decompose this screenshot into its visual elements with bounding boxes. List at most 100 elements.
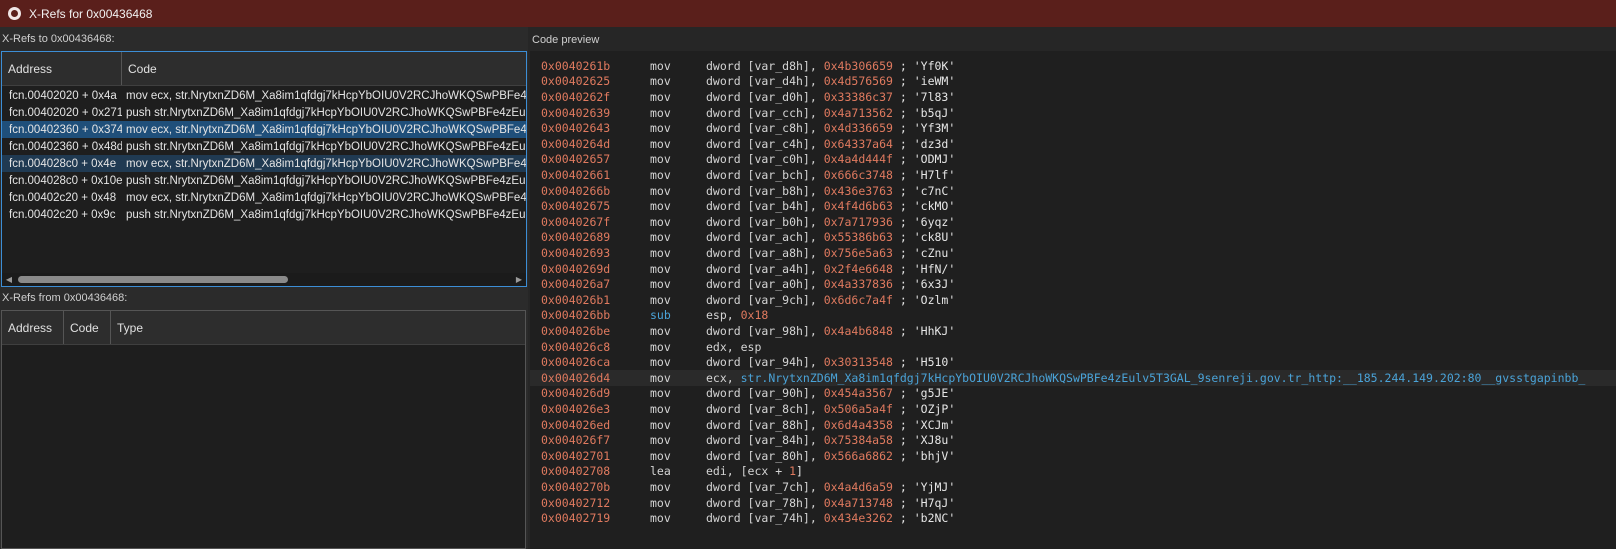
code-mnemonic: mov (650, 121, 671, 136)
code-immediate: 0x6d4a4358 (823, 417, 893, 432)
code-comment: ; 'H7lf' (892, 167, 956, 182)
code-mnemonic: mov (650, 105, 671, 120)
code-mnemonic: mov (650, 495, 671, 510)
code-line[interactable]: 0x0040262f mov dword [var_d0h], 0x33386c37… (530, 89, 1616, 105)
code-immediate: 0x506a5a4f (823, 401, 893, 416)
code-mnemonic: mov (650, 292, 671, 307)
code-line[interactable]: 0x004026bb sub esp, 0x18 (530, 308, 1616, 324)
code-address: 0x00402625 (541, 74, 611, 89)
code-line[interactable]: 0x00402661 mov dword [var_bch], 0x666c3748… (530, 167, 1616, 183)
xref-address: fcn.00402360 + 0x374 (9, 123, 122, 136)
xref-row[interactable]: fcn.00402360 + 0x374 mov ecx, str.NrytxnZ… (2, 121, 526, 138)
code-comment: ; 'YjMJ' (892, 479, 956, 494)
window-title: X-Refs for 0x00436468 (29, 6, 153, 21)
code-line[interactable]: 0x00402701 mov dword [var_80h], 0x566a6862… (530, 448, 1616, 464)
code-immediate: 0x436e3763 (823, 183, 893, 198)
code-line[interactable]: 0x00402693 mov dword [var_a8h], 0x756e5a63… (530, 245, 1616, 261)
code-line[interactable]: 0x004026be mov dword [var_98h], 0x4a4b6848… (530, 323, 1616, 339)
code-address: 0x00402657 (541, 152, 611, 167)
code-operands: dword [var_b0h], 0x7a717936 ; '6yqz' (706, 215, 955, 229)
code-mnemonic: mov (650, 245, 671, 260)
code-mnemonic: mov (650, 448, 671, 463)
code-comment: ; 'H510' (892, 355, 956, 370)
code-operands: dword [var_84h], 0x75384a58 ; 'XJ8u' (706, 433, 955, 447)
code-line[interactable]: 0x0040266b mov dword [var_b8h], 0x436e3763… (530, 183, 1616, 199)
code-operands: dword [var_74h], 0x434e3262 ; 'b2NC' (706, 511, 955, 525)
code-address: 0x0040264d (541, 136, 611, 151)
code-line[interactable]: 0x00402719 mov dword [var_74h], 0x434e3262… (530, 510, 1616, 526)
code-immediate: 0x7a717936 (823, 214, 893, 229)
column-header-address[interactable]: Address (2, 52, 122, 85)
xref-row[interactable]: fcn.004028c0 + 0x4e mov ecx, str.NrytxnZD… (2, 155, 526, 172)
xref-row[interactable]: fcn.00402020 + 0x271 push str.NrytxnZD6M_… (2, 104, 526, 121)
code-line[interactable]: 0x004026ca mov dword [var_94h], 0x30313548… (530, 354, 1616, 370)
code-comment: ; '6x3J' (892, 277, 956, 292)
code-preview-view[interactable]: 0x0040261b mov dword [var_d8h], 0x4b306659… (530, 51, 1616, 549)
code-mnemonic: mov (650, 433, 671, 448)
code-operands: dword [var_78h], 0x4a713748 ; 'H7qJ' (706, 496, 955, 510)
column-header-code[interactable]: Code (64, 311, 111, 344)
scroll-right-icon[interactable]: ▶ (512, 273, 526, 286)
code-line[interactable]: 0x0040269d mov dword [var_a4h], 0x2f4e6648… (530, 261, 1616, 277)
code-operands: dword [var_b8h], 0x436e3763 ; 'c7nC' (706, 184, 955, 198)
code-operand-text: dword [var_cch], (706, 105, 824, 120)
scrollbar-thumb[interactable] (18, 276, 288, 283)
code-operands: dword [var_d4h], 0x4d576569 ; 'ieWM' (706, 74, 955, 88)
code-line[interactable]: 0x004026d9 mov dword [var_90h], 0x454a3567… (530, 386, 1616, 402)
xref-address: fcn.00402c20 + 0x48 (9, 191, 117, 204)
code-comment: ; 'dz3d' (892, 136, 956, 151)
code-line[interactable]: 0x0040267f mov dword [var_b0h], 0x7a717936… (530, 214, 1616, 230)
xrefs-from-table[interactable]: Address Code Type (1, 310, 526, 549)
code-address: 0x00402643 (541, 121, 611, 136)
code-operand-text: dword [var_a0h], (706, 277, 824, 292)
xrefs-to-table[interactable]: Address Code fcn.00402020 + 0x4a mov ecx,… (1, 51, 527, 287)
scrollbar-track[interactable] (16, 273, 512, 286)
code-mnemonic: mov (650, 183, 671, 198)
code-line[interactable]: 0x0040261b mov dword [var_d8h], 0x4b306659… (530, 58, 1616, 74)
xref-row[interactable]: fcn.004028c0 + 0x10e push str.NrytxnZD6M_… (2, 172, 526, 189)
code-mnemonic: mov (650, 89, 671, 104)
code-line[interactable]: 0x004026b1 mov dword [var_9ch], 0x6d6c7a4f… (530, 292, 1616, 308)
code-operands: ecx, str.NrytxnZD6M_Xa8im1qfdgj7kHcpYbOI… (706, 371, 1585, 385)
code-comment: ; 'ODMJ' (892, 152, 956, 167)
code-comment: ; 'c7nC' (892, 183, 956, 198)
code-address: 0x00402719 (541, 511, 611, 526)
code-mnemonic: mov (650, 323, 671, 338)
code-operands: dword [var_d0h], 0x33386c37 ; '7l83' (706, 90, 955, 104)
column-header-type[interactable]: Type (111, 311, 525, 344)
code-line[interactable]: 0x00402689 mov dword [var_ach], 0x55386b63… (530, 230, 1616, 246)
xref-row[interactable]: fcn.00402c20 + 0x48 mov ecx, str.NrytxnZD… (2, 189, 526, 206)
code-address: 0x00402689 (541, 230, 611, 245)
code-mnemonic: mov (650, 417, 671, 432)
code-comment: ; 'XJ8u' (892, 433, 956, 448)
code-line[interactable]: 0x00402675 mov dword [var_b4h], 0x4f4d6b63… (530, 198, 1616, 214)
column-header-address[interactable]: Address (2, 311, 64, 344)
code-operands: dword [var_80h], 0x566a6862 ; 'bhjV' (706, 449, 955, 463)
code-line[interactable]: 0x00402639 mov dword [var_cch], 0x4a713562… (530, 105, 1616, 121)
code-line[interactable]: 0x004026a7 mov dword [var_a0h], 0x4a337836… (530, 276, 1616, 292)
code-line[interactable]: 0x00402657 mov dword [var_c0h], 0x4a4d444f… (530, 152, 1616, 168)
code-line[interactable]: 0x00402643 mov dword [var_c8h], 0x4d336659… (530, 120, 1616, 136)
code-line[interactable]: 0x004026c8 mov edx, esp (530, 339, 1616, 355)
scroll-left-icon[interactable]: ◀ (2, 273, 16, 286)
code-preview-label: Code preview (532, 34, 600, 46)
code-operands: dword [var_a0h], 0x4a337836 ; '6x3J' (706, 277, 955, 291)
code-line[interactable]: 0x00402625 mov dword [var_d4h], 0x4d576569… (530, 74, 1616, 90)
code-line[interactable]: 0x004026ed mov dword [var_88h], 0x6d4a4358… (530, 417, 1616, 433)
code-line[interactable]: 0x0040264d mov dword [var_c4h], 0x64337a64… (530, 136, 1616, 152)
xref-row[interactable]: fcn.00402c20 + 0x9c push str.NrytxnZD6M_X… (2, 206, 526, 223)
code-address: 0x00402639 (541, 105, 611, 120)
code-mnemonic: mov (650, 167, 671, 182)
code-address: 0x0040261b (541, 58, 611, 73)
column-header-code[interactable]: Code (122, 52, 526, 85)
code-line[interactable]: 0x004026d4 mov ecx, str.NrytxnZD6M_Xa8im1q… (530, 370, 1616, 386)
xref-row[interactable]: fcn.00402360 + 0x48d push str.NrytxnZD6M_… (2, 138, 526, 155)
code-line[interactable]: 0x0040270b mov dword [var_7ch], 0x4a4d6a59… (530, 479, 1616, 495)
code-line[interactable]: 0x00402708 lea edi, [ecx + 1] (530, 464, 1616, 480)
xref-row[interactable]: fcn.00402020 + 0x4a mov ecx, str.NrytxnZD… (2, 87, 526, 104)
horizontal-scrollbar[interactable]: ◀ ▶ (2, 273, 526, 286)
code-comment: ; 'bhjV' (892, 448, 956, 463)
code-line[interactable]: 0x004026f7 mov dword [var_84h], 0x75384a58… (530, 432, 1616, 448)
code-line[interactable]: 0x004026e3 mov dword [var_8ch], 0x506a5a4f… (530, 401, 1616, 417)
code-line[interactable]: 0x00402712 mov dword [var_78h], 0x4a713748… (530, 495, 1616, 511)
